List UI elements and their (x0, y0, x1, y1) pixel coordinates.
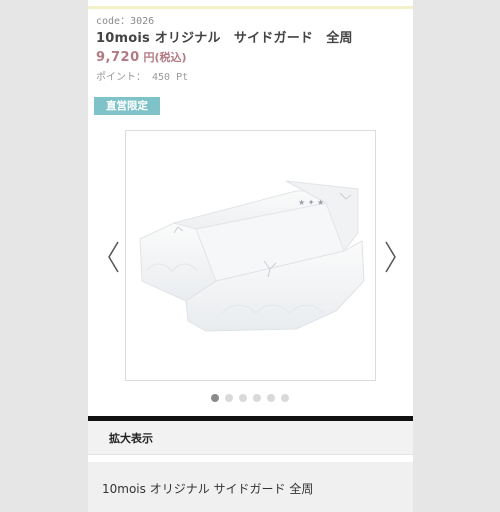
product-name-section: 10mois オリジナル サイドガード 全周 (88, 462, 413, 512)
carousel-dot[interactable] (281, 394, 289, 402)
price-value: 9,720 (96, 50, 140, 65)
zoom-label: 拡大表示 (109, 432, 153, 445)
exclusive-badge: 直営限定 (94, 97, 160, 115)
price-suffix: 円(税込) (143, 51, 187, 64)
carousel-dot[interactable] (211, 394, 219, 402)
points-label: ポイント： (96, 72, 146, 83)
carousel-dot[interactable] (267, 394, 275, 402)
carousel-indicators (211, 394, 289, 402)
svg-text:★ ✦ ★: ★ ✦ ★ (298, 198, 324, 207)
product-code: code：3026 (96, 16, 155, 27)
carousel-dot[interactable] (225, 394, 233, 402)
product-title: 10mois オリジナル サイドガード 全周 (96, 31, 353, 46)
carousel-dot[interactable] (239, 394, 247, 402)
product-points: ポイント： 450 Pt (96, 68, 188, 83)
product-price: 9,720 円(税込) (96, 49, 187, 65)
carousel-dot[interactable] (253, 394, 261, 402)
product-image[interactable]: ★ ✦ ★ (125, 130, 376, 381)
zoom-button[interactable]: 拡大表示 (88, 421, 413, 455)
next-arrow-icon[interactable] (384, 240, 398, 274)
product-name: 10mois オリジナル サイドガード 全周 (102, 482, 314, 496)
header-accent-line (88, 6, 413, 9)
bed-side-guard-image: ★ ✦ ★ (139, 180, 365, 332)
product-page: code：3026 10mois オリジナル サイドガード 全周 9,720 円… (88, 0, 413, 512)
previous-arrow-icon[interactable] (106, 240, 120, 274)
points-value: 450 Pt (152, 72, 189, 83)
